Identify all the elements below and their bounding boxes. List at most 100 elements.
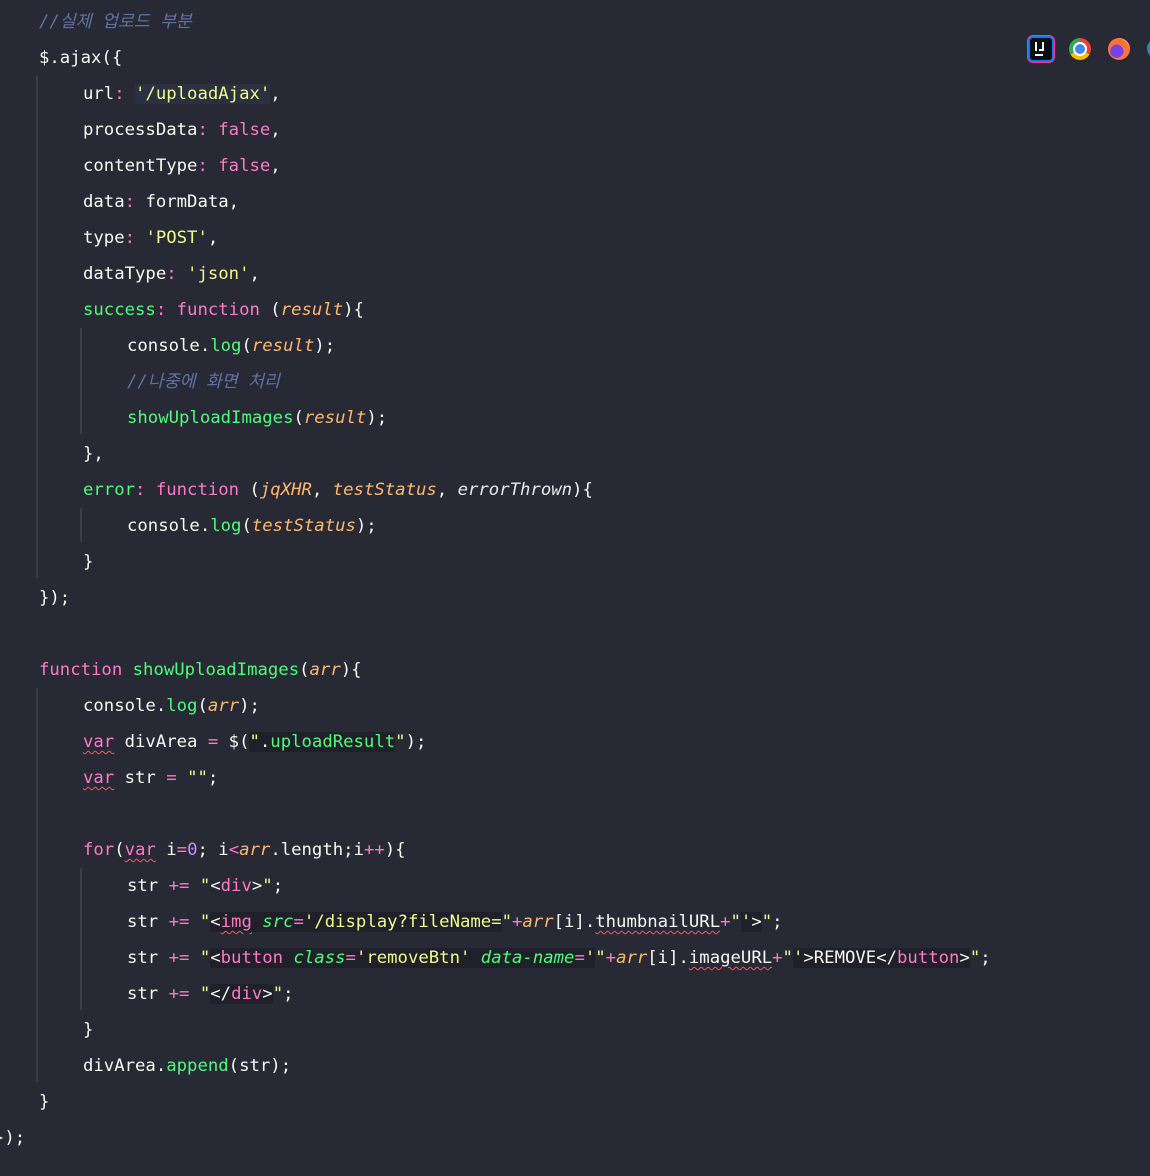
code-token	[470, 948, 481, 968]
operator: ++	[363, 840, 385, 860]
parameter: result	[303, 408, 367, 428]
code-token: ; i	[197, 840, 229, 860]
chrome-icon[interactable]	[1069, 38, 1091, 60]
string-literal: "	[501, 912, 512, 932]
code-token: );	[405, 732, 427, 752]
parameter: testStatus	[251, 516, 356, 536]
function-name: showUploadImages	[127, 408, 294, 428]
code-token: >	[959, 948, 970, 968]
string-literal: "	[262, 876, 273, 896]
function-name: log	[210, 336, 242, 356]
code-line-data: data: formData,	[0, 184, 239, 220]
property-name: error	[83, 480, 136, 500]
code-token: (	[241, 516, 252, 536]
parameter: testStatus	[332, 480, 437, 500]
code-line-success: success: function (result){	[0, 292, 364, 328]
code-line-comment: //실제 업로드 부분	[0, 4, 192, 40]
code-token: (	[293, 408, 304, 428]
code-token: .length;i	[270, 840, 364, 860]
html-attribute: class	[293, 948, 346, 968]
code-token: :	[166, 264, 188, 284]
code-line-str-append: str += "<img src='/display?fileName="+ar…	[0, 904, 783, 940]
code-token: ;	[207, 768, 219, 788]
code-token: console.	[127, 336, 211, 356]
code-token: str	[127, 876, 169, 896]
keyword: function	[39, 660, 123, 680]
parameter: errorThrown	[457, 480, 573, 500]
html-tag: div	[231, 984, 263, 1004]
code-token: str	[114, 768, 167, 788]
string-literal: '/display?fileName=	[303, 912, 502, 932]
string-literal: "	[969, 948, 981, 968]
code-line-console-log: console.log(arr);	[0, 688, 260, 724]
string-literal: "	[272, 984, 284, 1004]
code-token: <	[210, 876, 221, 896]
code-token: .	[259, 732, 271, 752]
code-token: ){	[340, 660, 362, 680]
function-name: log	[166, 696, 198, 716]
code-token: );	[366, 408, 388, 428]
code-token: :	[197, 120, 219, 140]
code-line-data-type: dataType: 'json',	[0, 256, 260, 292]
code-line-str-append: str += "<div>";	[0, 868, 283, 904]
keyword: function	[155, 480, 240, 500]
string-literal: "	[199, 876, 211, 896]
code-token: $.ajax({	[39, 48, 123, 68]
operator: =	[574, 948, 585, 968]
string-literal: "	[199, 984, 211, 1004]
code-token: }	[39, 1092, 50, 1112]
code-token: (	[114, 840, 125, 860]
code-line-for-loop: for(var i=0; i<arr.length;i++){	[0, 832, 406, 868]
code-line-str-append: str += "</div>";	[0, 976, 294, 1012]
code-line-var-str: var str = "";	[0, 760, 218, 796]
code-line-show-upload-call: showUploadImages(result);	[0, 400, 387, 436]
property-name: imageURL	[688, 948, 773, 968]
code-token: divArea	[114, 732, 208, 752]
code-line-type: type: 'POST',	[0, 220, 218, 256]
code-token: str	[127, 984, 169, 1004]
html-tag: button	[897, 948, 960, 968]
code-editor[interactable]: //실제 업로드 부분 $.ajax({ url: '/uploadAjax',…	[0, 0, 1150, 1176]
string-literal: 'POST'	[145, 228, 208, 248]
code-token: :	[114, 84, 136, 104]
operator: =	[345, 948, 356, 968]
operator: +=	[168, 876, 190, 896]
code-line-close-brace: },	[0, 436, 104, 472]
code-token: >	[751, 912, 762, 932]
code-line-str-append: str += "<button class='removeBtn' data-n…	[0, 940, 991, 976]
code-token: (	[241, 336, 252, 356]
keyword: function	[176, 300, 260, 320]
code-token: });	[0, 1128, 26, 1148]
parameter: arr	[309, 660, 341, 680]
keyword: var	[124, 840, 156, 860]
code-token: ,	[270, 84, 281, 104]
string-literal: 'removeBtn'	[355, 948, 471, 968]
function-name: append	[166, 1056, 229, 1076]
code-token: str	[127, 948, 169, 968]
html-tag: div	[220, 876, 252, 896]
string-literal: 'json'	[187, 264, 250, 284]
property-name: thumbnailURL	[595, 912, 721, 932]
string-literal: '	[584, 948, 596, 968]
parameter: arr	[207, 696, 240, 716]
code-line-comment: //나중에 화면 처리	[0, 364, 280, 400]
code-token: (str);	[228, 1056, 292, 1076]
html-attribute: data-name	[480, 948, 575, 968]
string-literal: '/uploadAjax'	[135, 84, 271, 104]
firefox-icon[interactable]	[1108, 38, 1130, 60]
code-line-close-ready: });	[0, 1120, 25, 1156]
code-token: );	[239, 696, 260, 716]
intellij-icon[interactable]	[1030, 38, 1052, 60]
code-token: (	[197, 696, 208, 716]
code-token: </	[210, 984, 232, 1004]
code-token: $(	[218, 732, 250, 752]
function-name: showUploadImages	[132, 660, 300, 680]
code-line-url: url: '/uploadAjax',	[0, 76, 281, 112]
code-token: }	[83, 1020, 94, 1040]
code-token: divArea.	[83, 1056, 167, 1076]
code-line-error: error: function (jqXHR, testStatus, erro…	[0, 472, 593, 508]
html-tag: img	[220, 912, 252, 932]
operator: =	[176, 840, 188, 860]
